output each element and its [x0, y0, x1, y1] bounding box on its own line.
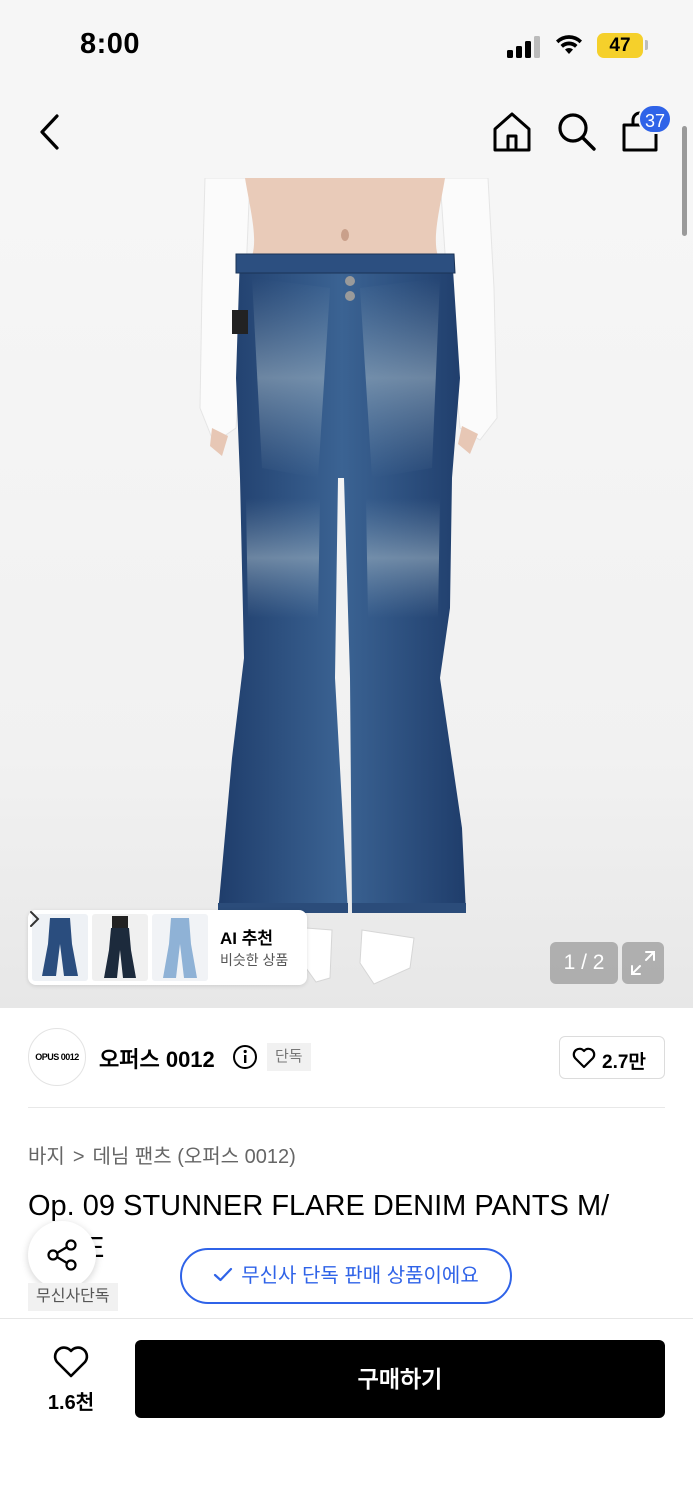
share-icon — [47, 1239, 77, 1271]
share-button[interactable] — [28, 1221, 96, 1289]
app-header — [0, 92, 693, 178]
heart-icon — [572, 1047, 596, 1069]
wifi-icon — [556, 35, 582, 54]
brand-like-button[interactable]: 2.7만 — [559, 1036, 665, 1079]
battery-cap — [645, 40, 648, 50]
musinsa-exclusive-badge: 무신사단독 — [28, 1283, 118, 1311]
battery-indicator: 47 — [597, 33, 643, 58]
cart-count-badge: 37 — [638, 104, 672, 134]
wishlist-button[interactable]: 1.6천 — [40, 1340, 102, 1420]
chevron-right-icon: > — [72, 1146, 85, 1168]
status-time: 8:00 — [80, 28, 141, 60]
expand-icon — [631, 951, 655, 975]
search-icon[interactable] — [555, 110, 597, 152]
exclusive-toast: 무신사 단독 판매 상품이에요 — [180, 1248, 512, 1304]
product-image[interactable]: AI 추천 비슷한 상품 1 / 2 — [0, 178, 693, 1008]
recommendation-thumbnail[interactable] — [152, 914, 208, 981]
ai-recommend-subtitle: 비슷한 상품 — [220, 952, 289, 968]
image-page-indicator: 1 / 2 — [550, 942, 618, 984]
brand-logo[interactable]: OPUS 0012 — [28, 1028, 86, 1086]
recommendation-thumbnail[interactable] — [32, 914, 88, 981]
signal-icon — [507, 36, 540, 58]
brand-name[interactable]: 오퍼스 0012 — [99, 1042, 215, 1074]
buy-button[interactable]: 구매하기 — [135, 1340, 665, 1418]
ai-recommendation-panel[interactable]: AI 추천 비슷한 상품 — [28, 910, 307, 985]
home-icon[interactable] — [490, 110, 534, 154]
info-icon[interactable] — [232, 1044, 258, 1070]
exclusive-tag: 단독 — [267, 1043, 311, 1071]
recommendation-thumbnail[interactable] — [92, 914, 148, 981]
scrollbar[interactable] — [682, 126, 687, 236]
wishlist-count: 1.6천 — [47, 1392, 95, 1414]
breadcrumb: 바지 > 데님 팬츠 (오퍼스 0012) — [28, 1140, 296, 1169]
back-icon[interactable] — [30, 110, 70, 154]
breadcrumb-item[interactable]: 데님 팬츠 (오퍼스 0012) — [93, 1140, 296, 1169]
product-title: Op. 09 STUNNER FLARE DENIM PANTS M/ — [28, 1190, 610, 1222]
brand-like-count: 2.7만 — [602, 1052, 646, 1073]
toast-message: 무신사 단독 판매 상품이에요 — [241, 1265, 479, 1287]
status-bar: 8:00 47 — [0, 0, 693, 92]
heart-icon — [53, 1346, 89, 1378]
ai-recommend-title: AI 추천 — [220, 929, 274, 948]
divider — [28, 1107, 665, 1108]
chevron-right-icon — [30, 911, 40, 927]
breadcrumb-item[interactable]: 바지 — [28, 1140, 65, 1169]
check-icon — [214, 1267, 233, 1281]
product-photo — [199, 178, 498, 985]
expand-image-button[interactable] — [622, 942, 664, 984]
